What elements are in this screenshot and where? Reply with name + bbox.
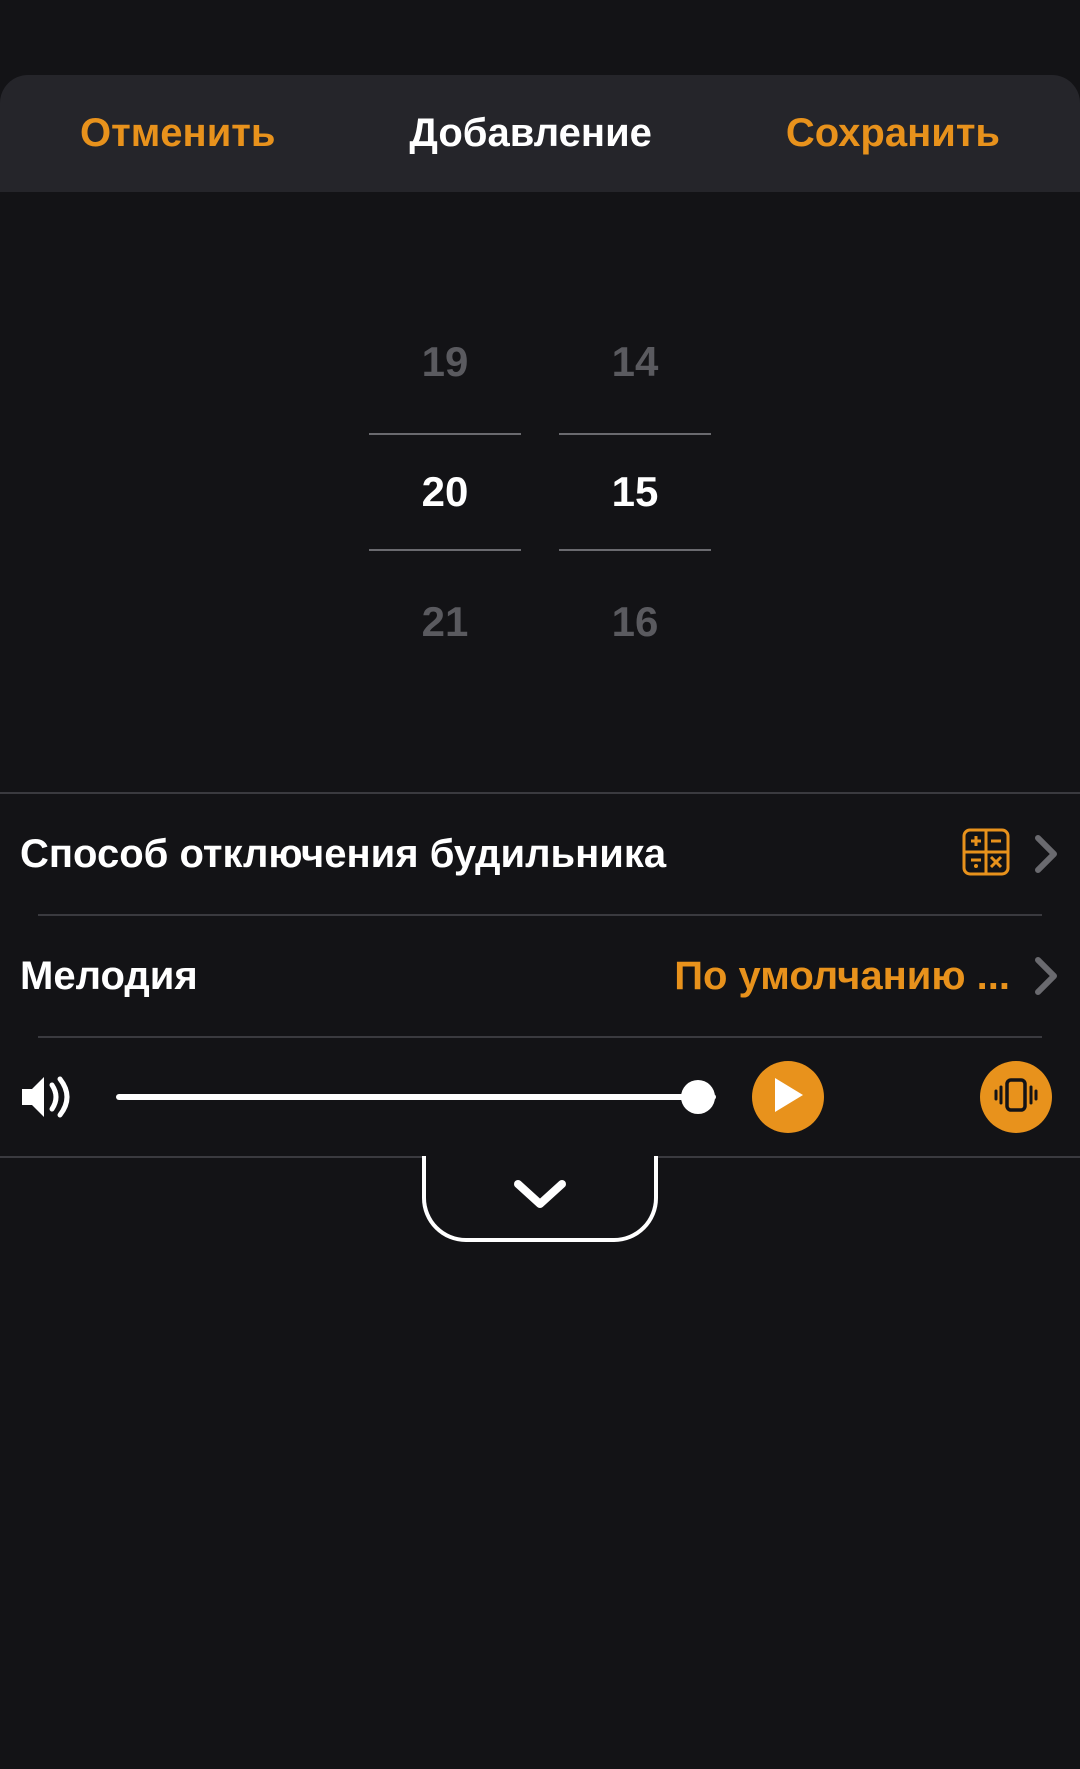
vibrate-icon	[993, 1072, 1039, 1123]
hour-selected[interactable]: 20	[369, 433, 521, 551]
modal-title: Добавление	[409, 111, 652, 156]
settings-panel: Способ отключения будильника Мелодия По …	[0, 792, 1080, 1158]
play-button[interactable]	[752, 1061, 824, 1133]
slider-thumb[interactable]	[681, 1080, 715, 1114]
expand-button[interactable]	[422, 1156, 658, 1242]
melody-value: По умолчанию ...	[674, 954, 1010, 999]
volume-row	[0, 1038, 1080, 1158]
disable-method-label: Способ отключения будильника	[20, 832, 962, 877]
minute-picker[interactable]: 14 15 16	[559, 291, 711, 693]
speaker-icon	[18, 1071, 80, 1123]
hour-next[interactable]: 21	[369, 551, 521, 693]
disable-method-row[interactable]: Способ отключения будильника	[0, 794, 1080, 914]
chevron-right-icon	[1032, 834, 1060, 874]
time-picker: 19 20 21 14 15 16	[0, 192, 1080, 792]
play-icon	[771, 1076, 805, 1119]
minute-prev[interactable]: 14	[559, 291, 711, 433]
minute-selected[interactable]: 15	[559, 433, 711, 551]
cancel-button[interactable]: Отменить	[80, 111, 275, 156]
chevron-right-icon	[1032, 956, 1060, 996]
slider-track	[116, 1094, 716, 1100]
modal-header: Отменить Добавление Сохранить	[0, 75, 1080, 192]
chevron-down-icon	[512, 1178, 568, 1217]
melody-label: Мелодия	[20, 954, 674, 999]
vibrate-button[interactable]	[980, 1061, 1052, 1133]
volume-slider[interactable]	[116, 1077, 716, 1117]
save-button[interactable]: Сохранить	[786, 111, 1000, 156]
hour-prev[interactable]: 19	[369, 291, 521, 433]
melody-row[interactable]: Мелодия По умолчанию ...	[0, 916, 1080, 1036]
minute-next[interactable]: 16	[559, 551, 711, 693]
hour-picker[interactable]: 19 20 21	[369, 291, 521, 693]
math-grid-icon	[962, 828, 1010, 881]
